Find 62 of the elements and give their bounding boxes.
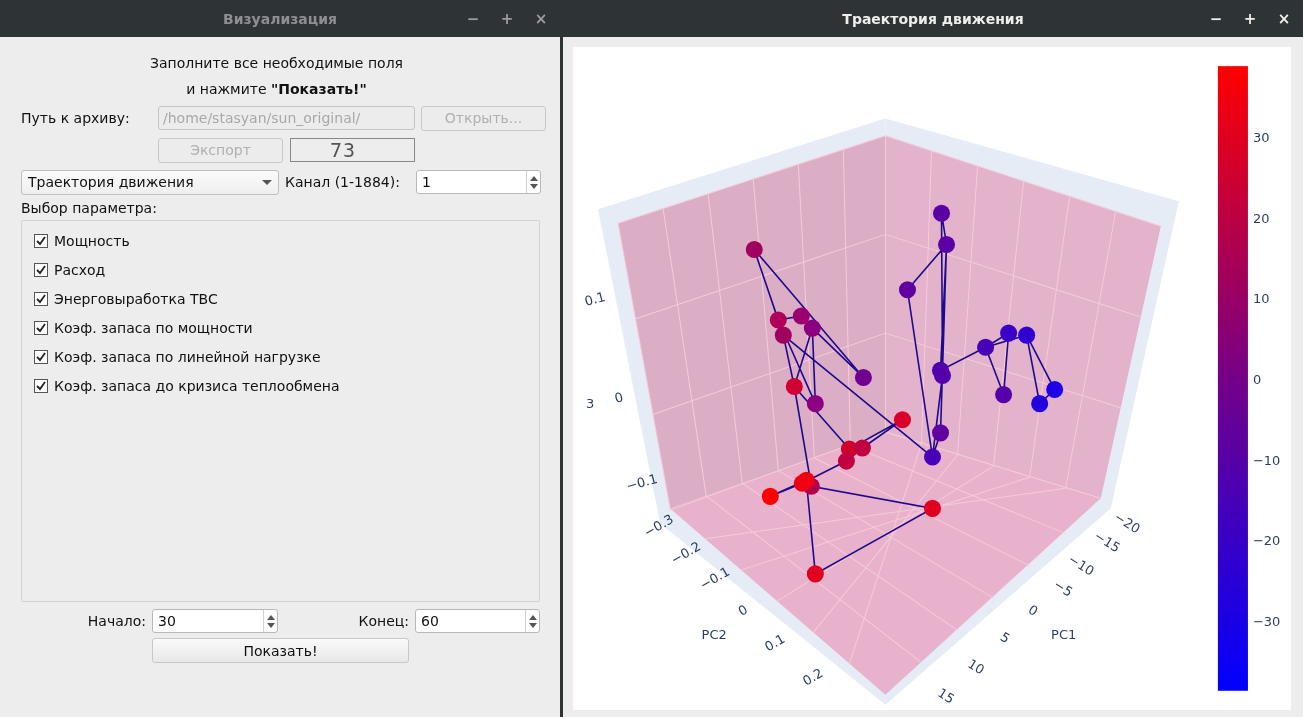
spin-up-icon[interactable]	[529, 175, 538, 181]
instruction-text: Заполните все необходимые поля	[148, 54, 405, 73]
checkbox-label: Коэф. запаса по мощности	[54, 320, 253, 336]
colorbar-tick-label: −30	[1252, 613, 1281, 629]
checkbox-label: Энерговыработка ТВС	[54, 291, 218, 307]
field-label: Канал (1-1884):	[285, 174, 401, 190]
axis-tick-label: −5	[1051, 576, 1076, 600]
minimize-button[interactable]: −	[1203, 9, 1229, 28]
number-spinbox[interactable]: 1	[416, 170, 541, 194]
axis-tick-label: 10	[965, 655, 988, 678]
axis-tick-label: 15	[935, 685, 958, 707]
mode-dropdown[interactable]: Траектория движения	[21, 169, 279, 195]
spin-down-icon[interactable]	[266, 622, 275, 628]
colorbar-tick-label: 20	[1252, 210, 1270, 226]
section-label: Выбор параметра:	[21, 200, 158, 216]
checkbox[interactable]	[34, 379, 48, 393]
colorbar-tick-label: −10	[1252, 452, 1281, 468]
instruction-text: и нажмите "Показать!"	[185, 80, 368, 99]
axis-tick-label: 0.1	[582, 288, 607, 309]
axis-tick-label: 0	[612, 389, 625, 406]
axis-tick-label: −0.3	[641, 511, 677, 541]
close-button[interactable]: ×	[1271, 9, 1297, 28]
number-spinbox[interactable]: 60	[415, 609, 540, 633]
field-label: Конец:	[357, 613, 409, 629]
checkbox[interactable]	[34, 350, 48, 364]
lcd-counter: 73	[290, 137, 415, 162]
checkbox[interactable]	[34, 292, 48, 306]
axis-title: PC1	[1051, 626, 1077, 642]
maximize-button[interactable]: +	[1237, 9, 1263, 28]
window-title: Визуализация	[223, 10, 337, 27]
field-label: Путь к архиву:	[21, 110, 131, 126]
checkbox[interactable]	[34, 234, 48, 248]
spin-down-icon[interactable]	[528, 622, 537, 628]
checkbox-label: Расход	[54, 262, 106, 278]
caret-icon	[262, 179, 272, 185]
axis-title: 3	[585, 396, 595, 412]
checkbox-label: Коэф. запаса по линейной нагрузке	[54, 349, 321, 365]
colorbar-tick-label: 30	[1252, 130, 1270, 146]
close-button[interactable]: ×	[528, 9, 554, 28]
maximize-button[interactable]: +	[494, 9, 520, 28]
axis-tick-label: −0.1	[624, 470, 660, 494]
checkbox-label: Коэф. запаса до кризиса теплообмена	[54, 378, 340, 394]
axis-tick-label: 0.1	[762, 630, 788, 655]
checkbox-label: Мощность	[54, 233, 130, 249]
number-spinbox[interactable]: 30	[152, 609, 278, 633]
field-label: Начало:	[86, 613, 146, 629]
axis-tick-label: 0	[1025, 601, 1041, 619]
spin-up-icon[interactable]	[266, 614, 275, 620]
spin-down-icon[interactable]	[529, 183, 538, 189]
checkbox[interactable]	[34, 263, 48, 277]
checkbox[interactable]	[34, 321, 48, 335]
axis-title: PC2	[701, 626, 727, 642]
minimize-button[interactable]: −	[460, 9, 486, 28]
spin-up-icon[interactable]	[528, 614, 537, 620]
colorbar-tick-label: 10	[1252, 291, 1270, 307]
colorbar-tick-label: −20	[1252, 533, 1281, 549]
axis-tick-label: 5	[997, 628, 1013, 647]
axis-tick-label: 0	[735, 601, 751, 619]
colorbar-tick-label: 0	[1252, 371, 1262, 387]
window-title: Траектория движения	[842, 10, 1024, 27]
show-button[interactable]: Показать!	[152, 638, 409, 663]
axis-tick-label: 0.2	[800, 665, 826, 689]
